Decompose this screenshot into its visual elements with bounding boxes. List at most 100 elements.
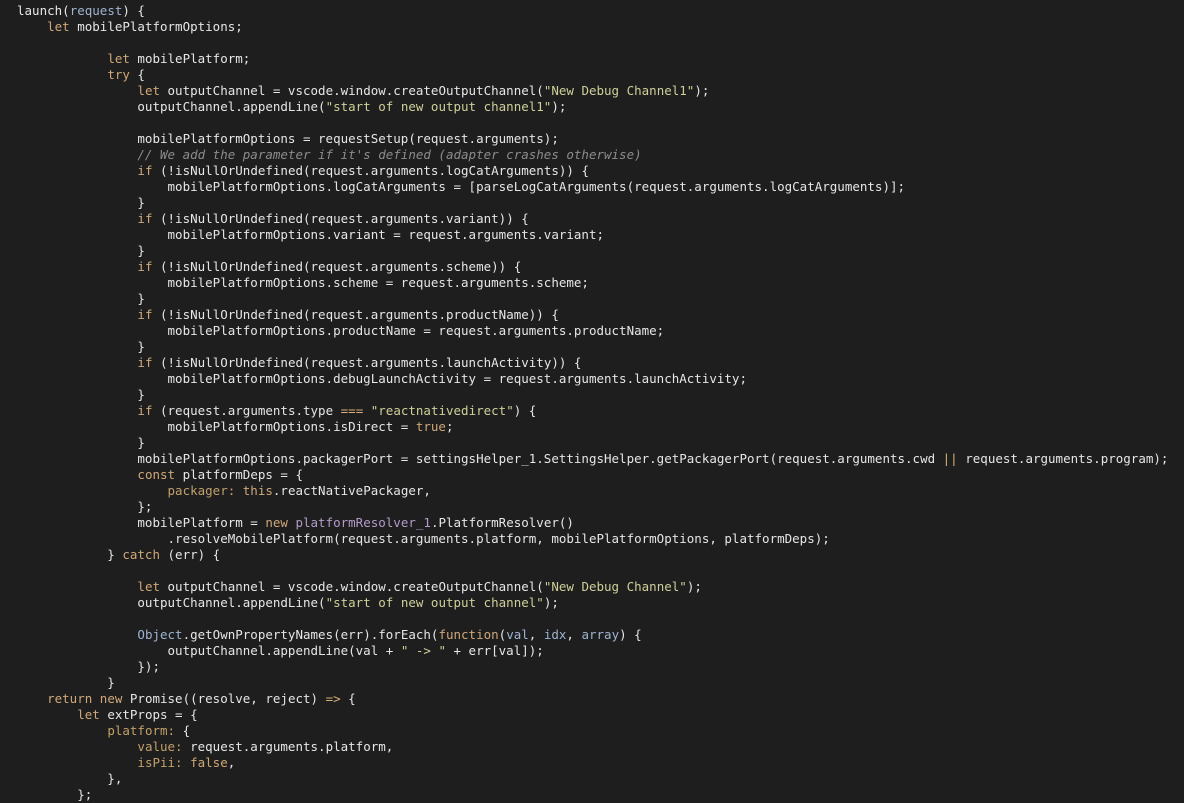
code-line[interactable]: Object.getOwnPropertyNames(err).forEach(… xyxy=(17,627,642,643)
code-token: } xyxy=(17,339,145,354)
code-token: .resolveMobilePlatform(request.arguments… xyxy=(17,531,830,546)
code-token: { xyxy=(129,67,145,82)
code-line[interactable]: launch(request) { xyxy=(17,3,145,19)
code-line[interactable]: } catch (err) { xyxy=(17,547,220,563)
code-token: this xyxy=(242,483,273,498)
code-token: platformResolver_1 xyxy=(295,515,431,530)
code-line[interactable]: isPii: false, xyxy=(17,755,235,771)
code-line[interactable]: try { xyxy=(17,67,145,83)
code-line[interactable]: } xyxy=(17,387,145,403)
code-token: (request.arguments.type xyxy=(152,403,341,418)
code-token: mobilePlatformOptions; xyxy=(69,19,243,34)
code-line[interactable]: if (!isNullOrUndefined(request.arguments… xyxy=(17,307,558,323)
code-token: , xyxy=(528,627,544,642)
code-line[interactable]: mobilePlatformOptions.debugLaunchActivit… xyxy=(17,371,748,387)
code-token: "reactnativedirect" xyxy=(370,403,514,418)
code-line[interactable]: .resolveMobilePlatform(request.arguments… xyxy=(17,531,830,547)
code-line[interactable]: let outputChannel = vscode.window.create… xyxy=(17,579,701,595)
code-line[interactable]: } xyxy=(17,243,145,259)
code-token: outputChannel.appendLine( xyxy=(17,99,326,114)
code-line[interactable]: mobilePlatformOptions.logCatArguments = … xyxy=(17,179,906,195)
code-line[interactable]: outputChannel.appendLine("start of new o… xyxy=(17,99,566,115)
code-token: mobilePlatformOptions.debugLaunchActivit… xyxy=(17,371,748,386)
code-token: mobilePlatform = xyxy=(17,515,266,530)
code-token: true xyxy=(415,419,446,434)
code-line[interactable]: const platformDeps = { xyxy=(17,467,303,483)
code-token: "New Debug Channel1" xyxy=(543,83,695,98)
code-token: "start of new output channel1" xyxy=(325,99,552,114)
code-line[interactable]: } xyxy=(17,675,115,691)
code-token: if xyxy=(137,259,153,274)
code-token: }; xyxy=(17,499,153,514)
code-line[interactable]: mobilePlatformOptions.packagerPort = set… xyxy=(17,451,1168,467)
code-token: outputChannel = vscode.window.createOutp… xyxy=(160,579,544,594)
code-line[interactable]: // We add the parameter if it's defined … xyxy=(17,147,641,163)
code-token: } xyxy=(17,547,123,562)
code-line[interactable]: if (!isNullOrUndefined(request.arguments… xyxy=(17,163,589,179)
code-token: { xyxy=(175,723,191,738)
code-line[interactable]: value: request.arguments.platform, xyxy=(17,739,393,755)
code-token: if xyxy=(137,211,153,226)
code-line[interactable]: let mobilePlatform; xyxy=(17,51,250,67)
code-line[interactable]: outputChannel.appendLine(val + " -> " + … xyxy=(17,643,544,659)
code-token: (!isNullOrUndefined(request.arguments.la… xyxy=(152,355,582,370)
code-token: new xyxy=(265,515,288,530)
code-line[interactable]: }); xyxy=(17,659,160,675)
code-line[interactable]: outputChannel.appendLine("start of new o… xyxy=(17,595,558,611)
code-line[interactable]: }; xyxy=(17,787,92,803)
code-token: ) { xyxy=(619,627,642,642)
code-token: return xyxy=(47,691,93,706)
code-editor[interactable]: launch(request) { let mobilePlatformOpti… xyxy=(0,0,1184,803)
code-line[interactable]: if (!isNullOrUndefined(request.arguments… xyxy=(17,211,528,227)
code-line[interactable]: let outputChannel = vscode.window.create… xyxy=(17,83,709,99)
code-token: if xyxy=(137,355,153,370)
code-token: { xyxy=(340,691,356,706)
code-token: " -> " xyxy=(400,643,446,658)
code-token: } xyxy=(17,243,145,258)
code-line[interactable]: mobilePlatformOptions.variant = request.… xyxy=(17,227,605,243)
code-line[interactable]: } xyxy=(17,339,145,355)
code-token: new xyxy=(99,691,123,706)
code-token: } xyxy=(17,435,145,450)
code-line[interactable]: let extProps = { xyxy=(17,707,197,723)
code-line[interactable]: mobilePlatformOptions.isDirect = true; xyxy=(17,419,454,435)
code-line[interactable]: if (request.arguments.type === "reactnat… xyxy=(17,403,536,419)
code-line[interactable]: return new Promise((resolve, reject) => … xyxy=(17,691,356,707)
code-line[interactable]: }; xyxy=(17,499,152,515)
code-token: outputChannel.appendLine(val + xyxy=(17,643,401,658)
code-token: }; xyxy=(17,787,93,802)
code-token: => xyxy=(325,691,341,706)
code-token: Promise((resolve, reject) xyxy=(122,691,326,706)
code-token: }); xyxy=(17,659,160,674)
code-token: mobilePlatform; xyxy=(129,51,251,66)
code-line[interactable]: mobilePlatform = new platformResolver_1.… xyxy=(17,515,574,531)
code-line[interactable]: } xyxy=(17,291,145,307)
code-line[interactable]: } xyxy=(17,195,145,211)
code-token: if xyxy=(137,163,153,178)
code-line[interactable]: mobilePlatformOptions.productName = requ… xyxy=(17,323,665,339)
code-token: try xyxy=(107,67,130,82)
code-line[interactable]: mobilePlatformOptions = requestSetup(req… xyxy=(17,131,558,147)
code-line[interactable]: if (!isNullOrUndefined(request.arguments… xyxy=(17,355,581,371)
code-token: (err) { xyxy=(160,547,221,562)
code-token: mobilePlatformOptions.isDirect = xyxy=(17,419,416,434)
code-line[interactable]: platform: { xyxy=(17,723,190,739)
code-line[interactable]: } xyxy=(17,435,145,451)
code-line[interactable]: mobilePlatformOptions.scheme = request.a… xyxy=(17,275,589,291)
code-token: , xyxy=(566,627,582,642)
code-token: catch xyxy=(122,547,160,562)
code-line[interactable]: }, xyxy=(17,771,122,787)
code-token: idx xyxy=(543,627,567,642)
code-line[interactable]: packager: this.reactNativePackager, xyxy=(17,483,431,499)
code-line[interactable]: let mobilePlatformOptions; xyxy=(17,19,243,35)
code-line[interactable]: if (!isNullOrUndefined(request.arguments… xyxy=(17,259,521,275)
code-token: }, xyxy=(17,771,123,786)
code-token: value: xyxy=(137,739,183,754)
